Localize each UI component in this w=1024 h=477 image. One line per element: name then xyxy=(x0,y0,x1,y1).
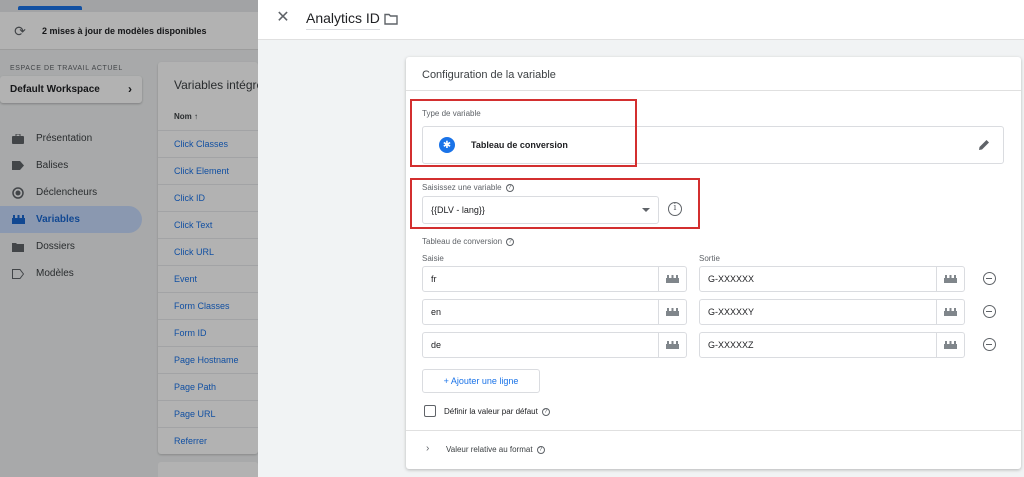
mapping-input-field[interactable]: en xyxy=(422,299,687,325)
default-value-label: Définir la valeur par défaut? xyxy=(444,407,550,416)
remove-row-icon[interactable] xyxy=(983,272,996,285)
mapping-output-field[interactable]: G-XXXXXZ xyxy=(699,332,965,358)
close-icon[interactable]: ✕ xyxy=(274,9,292,27)
remove-row-icon[interactable] xyxy=(983,305,996,318)
variable-editor-panel: ✕ Analytics ID Configuration de la varia… xyxy=(258,0,1024,477)
folder-icon[interactable] xyxy=(384,12,400,26)
highlight-box-input-variable xyxy=(410,178,700,229)
remove-row-icon[interactable] xyxy=(983,338,996,351)
mapping-output-field[interactable]: G-XXXXXX xyxy=(699,266,965,292)
pencil-icon[interactable] xyxy=(977,138,991,152)
add-row-button[interactable]: + Ajouter une ligne xyxy=(422,369,540,393)
variable-picker-icon[interactable] xyxy=(936,299,964,325)
default-value-checkbox[interactable] xyxy=(424,405,436,417)
variable-config-card: Configuration de la variable Type de var… xyxy=(406,57,1021,469)
help-icon[interactable]: ? xyxy=(506,237,515,246)
column-output-label: Sortie xyxy=(699,254,720,263)
variable-name-input[interactable]: Analytics ID xyxy=(306,10,380,30)
help-icon[interactable]: ? xyxy=(541,407,550,416)
conversion-table-label: Tableau de conversion? xyxy=(422,237,515,246)
help-icon[interactable]: ? xyxy=(536,445,545,454)
variable-picker-icon[interactable] xyxy=(658,332,686,358)
mapping-input-field[interactable]: fr xyxy=(422,266,687,292)
variable-picker-icon[interactable] xyxy=(658,266,686,292)
column-input-label: Saisie xyxy=(422,254,444,263)
mapping-output-field[interactable]: G-XXXXXY xyxy=(699,299,965,325)
variable-picker-icon[interactable] xyxy=(936,266,964,292)
variable-picker-icon[interactable] xyxy=(658,299,686,325)
highlight-box-type xyxy=(410,99,637,167)
config-title: Configuration de la variable xyxy=(422,69,556,81)
variable-picker-icon[interactable] xyxy=(936,332,964,358)
panel-header: ✕ Analytics ID xyxy=(258,0,1024,40)
chevron-right-icon[interactable]: › xyxy=(426,443,429,454)
modal-scrim[interactable] xyxy=(0,0,258,477)
format-value-toggle[interactable]: Valeur relative au format? xyxy=(446,445,545,454)
mapping-input-field[interactable]: de xyxy=(422,332,687,358)
